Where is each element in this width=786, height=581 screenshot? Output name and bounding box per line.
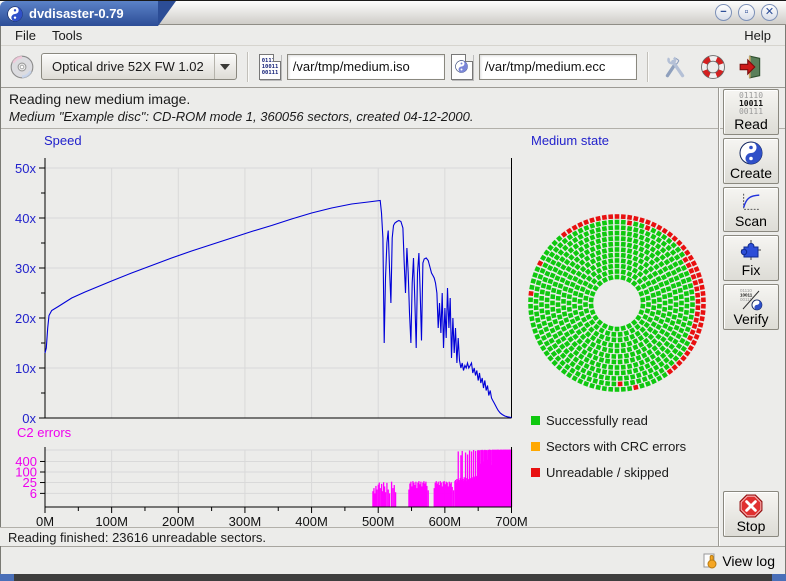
view-log-hand-icon — [703, 552, 719, 569]
bottom-status-text: Reading finished: 23616 unreadable secto… — [8, 530, 266, 545]
stop-icon — [739, 494, 763, 518]
tools-wrench-icon — [662, 54, 688, 80]
fix-label: Fix — [742, 262, 761, 278]
help-button[interactable] — [697, 51, 729, 83]
scan-chart-icon — [739, 191, 763, 213]
ecc-file-icon — [451, 54, 473, 80]
status-line-1: Reading new medium image. — [9, 91, 785, 107]
puzzle-piece-icon — [739, 238, 763, 262]
chevron-down-icon — [220, 64, 230, 70]
legend-label: Unreadable / skipped — [546, 465, 669, 480]
svg-text:500M: 500M — [362, 514, 395, 527]
svg-text:100M: 100M — [95, 514, 128, 527]
fix-button[interactable]: Fix — [723, 235, 779, 281]
verify-label: Verify — [733, 311, 768, 327]
menu-file[interactable]: File — [7, 27, 44, 44]
svg-text:30x: 30x — [15, 261, 36, 276]
menu-bar: File Tools Help — [1, 26, 785, 46]
svg-text:600M: 600M — [429, 514, 462, 527]
drive-select-arrow-box[interactable] — [214, 54, 236, 79]
legend-label: Sectors with CRC errors — [546, 439, 686, 454]
ecc-path-input[interactable] — [479, 54, 637, 80]
status-area: Reading new medium image. Medium "Exampl… — [1, 88, 785, 129]
stop-button[interactable]: Stop — [723, 491, 779, 537]
toolbar-separator — [247, 52, 249, 82]
read-label: Read — [734, 116, 767, 132]
create-label: Create — [730, 165, 772, 181]
svg-text:0M: 0M — [36, 514, 54, 527]
iso-path-input[interactable] — [287, 54, 445, 80]
exit-door-icon — [738, 54, 764, 80]
scan-label: Scan — [735, 213, 767, 229]
action-column: 01110 10011 00111 Read Create Scan — [722, 89, 780, 545]
svg-text:0x: 0x — [22, 411, 36, 426]
svg-text:700M: 700M — [495, 514, 528, 527]
status-line-2: Medium "Example disc": CD-ROM mode 1, 36… — [9, 109, 785, 124]
side-separator — [718, 88, 720, 546]
orange-square-icon — [531, 442, 540, 451]
window-title: dvdisaster-0.79 — [29, 6, 124, 21]
verify-icon: 01110 10011 00111 — [739, 287, 763, 311]
view-log-button[interactable]: View log — [703, 552, 775, 569]
menu-help[interactable]: Help — [736, 27, 779, 44]
window-bottom-border — [0, 574, 786, 581]
scan-button[interactable]: Scan — [723, 187, 779, 232]
svg-text:6: 6 — [30, 486, 37, 501]
svg-text:300M: 300M — [229, 514, 262, 527]
bottom-status: Reading finished: 23616 unreadable secto… — [0, 527, 718, 546]
drive-select-value: Optical drive 52X FW 1.02 — [42, 59, 214, 74]
iso-file-icon: 0111 10011 00111 — [259, 54, 281, 80]
read-button[interactable]: 01110 10011 00111 Read — [723, 89, 779, 135]
create-yinyang-icon — [739, 141, 763, 165]
legend-label: Successfully read — [546, 413, 648, 428]
legend-item-crc: Sectors with CRC errors — [531, 439, 686, 454]
lifesaver-icon — [700, 54, 726, 80]
dvdisaster-window: dvdisaster-0.79 − ▫ ✕ File Tools Help Op… — [0, 0, 786, 581]
medium-state-legend: Successfully read Sectors with CRC error… — [531, 413, 686, 480]
drive-select[interactable]: Optical drive 52X FW 1.02 — [41, 53, 237, 80]
binary-read-icon: 01110 10011 00111 — [739, 92, 763, 116]
svg-text:10x: 10x — [15, 361, 36, 376]
ecc-yinyang-icon — [455, 60, 468, 73]
resize-grip-left[interactable] — [0, 574, 14, 581]
exit-button[interactable] — [735, 51, 767, 83]
svg-text:40x: 40x — [15, 211, 36, 226]
create-button[interactable]: Create — [723, 138, 779, 184]
stop-label: Stop — [737, 518, 766, 534]
verify-button[interactable]: 01110 10011 00111 Verify — [723, 284, 779, 330]
minimize-button[interactable]: − — [715, 4, 732, 21]
maximize-button[interactable]: ▫ — [738, 4, 755, 21]
toolbar: Optical drive 52X FW 1.02 0111 10011 001… — [1, 46, 785, 88]
close-button[interactable]: ✕ — [761, 4, 778, 21]
legend-item-success: Successfully read — [531, 413, 686, 428]
red-square-icon — [531, 468, 540, 477]
svg-text:50x: 50x — [15, 161, 36, 176]
green-square-icon — [531, 416, 540, 425]
cd-drive-icon — [9, 54, 35, 80]
view-log-label: View log — [722, 553, 775, 569]
title-bar[interactable]: dvdisaster-0.79 − ▫ ✕ — [0, 0, 786, 25]
preferences-button[interactable] — [659, 51, 691, 83]
resize-grip-right[interactable] — [772, 574, 786, 581]
legend-item-unreadable: Unreadable / skipped — [531, 465, 686, 480]
svg-text:400M: 400M — [295, 514, 328, 527]
footer-bar: View log — [1, 546, 785, 574]
iso-icon-line: 00111 — [262, 70, 279, 76]
menu-tools[interactable]: Tools — [44, 27, 90, 44]
app-logo-yinyang-icon — [7, 6, 23, 22]
svg-text:200M: 200M — [162, 514, 195, 527]
toolbar-separator — [647, 52, 649, 82]
svg-text:20x: 20x — [15, 311, 36, 326]
title-tab: dvdisaster-0.79 — [0, 1, 158, 26]
